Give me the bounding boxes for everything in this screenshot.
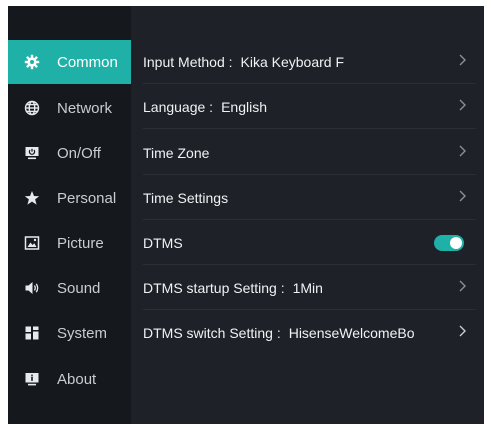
sidebar-item-personal[interactable]: Personal [8, 176, 131, 220]
info-monitor-icon [24, 371, 40, 387]
time-zone-row[interactable]: Time Zone [143, 131, 476, 175]
row-value: 1Min [292, 279, 323, 296]
chevron-right-icon [458, 145, 466, 157]
sidebar-item-network[interactable]: Network [8, 86, 131, 130]
row-label: DTMS startup Setting : [143, 279, 285, 296]
chevron-right-icon [458, 325, 466, 337]
row-label: Language : [143, 98, 214, 115]
sidebar-item-label: Common [57, 53, 118, 71]
row-label: Time Settings [143, 189, 229, 206]
row-label: DTMS switch Setting : [143, 325, 281, 341]
settings-panel: Input Method : Kika Keyboard F Language … [131, 6, 484, 424]
row-label: Input Method : [143, 53, 233, 70]
row-label: DTMS [143, 234, 183, 251]
sidebar-item-onoff[interactable]: On/Off [8, 131, 131, 175]
row-value: English [221, 98, 267, 115]
speaker-icon [24, 280, 40, 296]
sidebar-item-label: Network [57, 99, 113, 117]
row-label: Time Zone [143, 144, 210, 161]
sidebar-item-label: About [57, 370, 97, 388]
power-monitor-icon [24, 145, 40, 161]
picture-icon [24, 235, 40, 251]
language-row[interactable]: Language : English [143, 85, 476, 129]
star-icon [24, 190, 40, 206]
dtms-startup-row[interactable]: DTMS startup Setting : 1Min [143, 266, 476, 310]
system-grid-icon [24, 325, 40, 341]
sidebar-item-label: Personal [57, 189, 117, 207]
chevron-right-icon [458, 54, 466, 66]
sidebar-item-label: Picture [57, 234, 104, 252]
sidebar-item-sound[interactable]: Sound [8, 266, 131, 310]
sidebar-item-label: System [57, 324, 108, 342]
sidebar-item-about[interactable]: About [8, 357, 131, 401]
dtms-row: DTMS [143, 221, 476, 265]
sidebar-item-picture[interactable]: Picture [8, 221, 131, 265]
row-value: HisenseWelcomeBo [288, 325, 414, 341]
dtms-toggle[interactable] [434, 235, 464, 251]
chevron-right-icon [458, 280, 466, 292]
chevron-right-icon [458, 99, 466, 111]
dtms-switch-row[interactable]: DTMS switch Setting : HisenseWelcomeBo [143, 311, 476, 355]
time-settings-row[interactable]: Time Settings [143, 176, 476, 220]
input-method-row[interactable]: Input Method : Kika Keyboard F [143, 40, 476, 84]
sidebar-item-common[interactable]: Common [8, 40, 131, 84]
sidebar-item-label: Sound [57, 279, 101, 297]
settings-window: Common Network On/Off Personal Picture S… [8, 6, 484, 424]
toggle-knob [450, 237, 462, 249]
gear-icon [24, 54, 40, 70]
sidebar-item-label: On/Off [57, 144, 101, 162]
globe-icon [24, 100, 40, 116]
sidebar: Common Network On/Off Personal Picture S… [8, 6, 131, 424]
chevron-right-icon [458, 190, 466, 202]
row-value: Kika Keyboard F [240, 53, 345, 70]
sidebar-item-system[interactable]: System [8, 311, 131, 355]
